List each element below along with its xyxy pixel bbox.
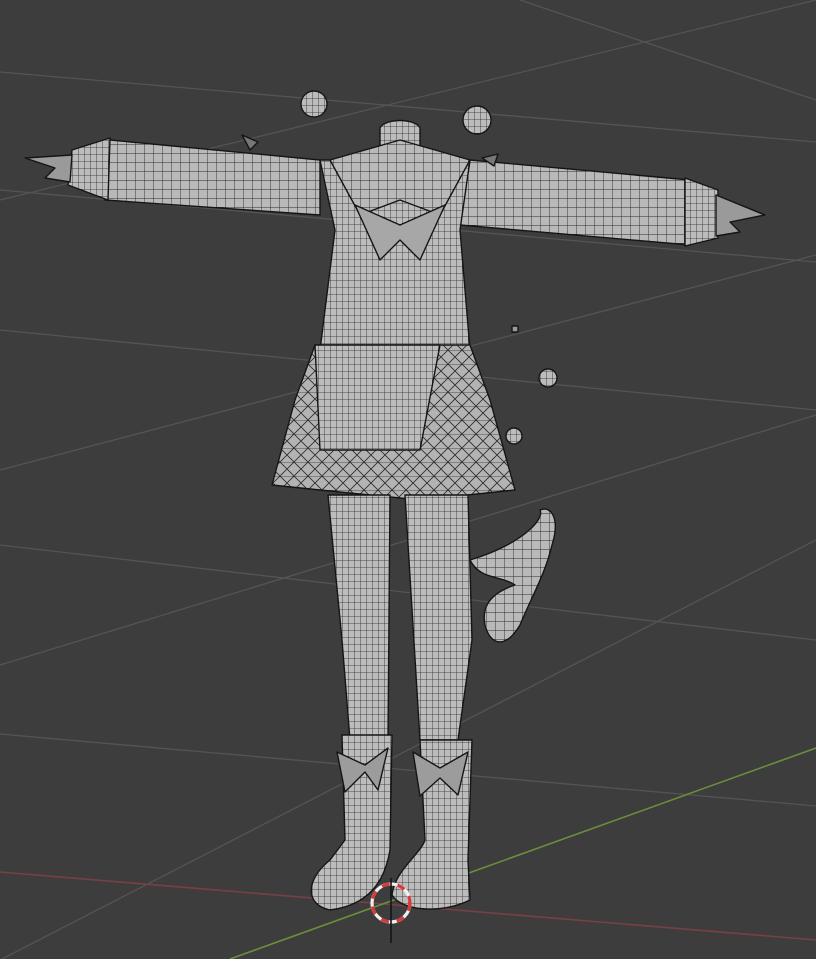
3d-cursor-icon[interactable]	[370, 878, 412, 943]
left-leg	[327, 494, 391, 741]
3d-viewport[interactable]	[0, 0, 816, 959]
flower-accessory-2	[462, 105, 492, 135]
character-mesh[interactable]	[24, 90, 766, 911]
apron	[314, 344, 441, 451]
right-cuff	[684, 177, 719, 247]
viewport-canvas	[0, 0, 816, 959]
flower-accessory-4	[505, 427, 523, 445]
flower-accessory-3	[538, 368, 558, 388]
vertex-dot	[511, 325, 519, 333]
right-leg	[404, 494, 473, 741]
right-hand	[715, 194, 766, 237]
tail	[469, 508, 556, 643]
left-cuff	[67, 137, 111, 201]
left-hand	[24, 154, 73, 183]
left-arm	[100, 139, 321, 216]
right-arm	[459, 159, 699, 246]
flower-accessory-1	[300, 90, 328, 118]
